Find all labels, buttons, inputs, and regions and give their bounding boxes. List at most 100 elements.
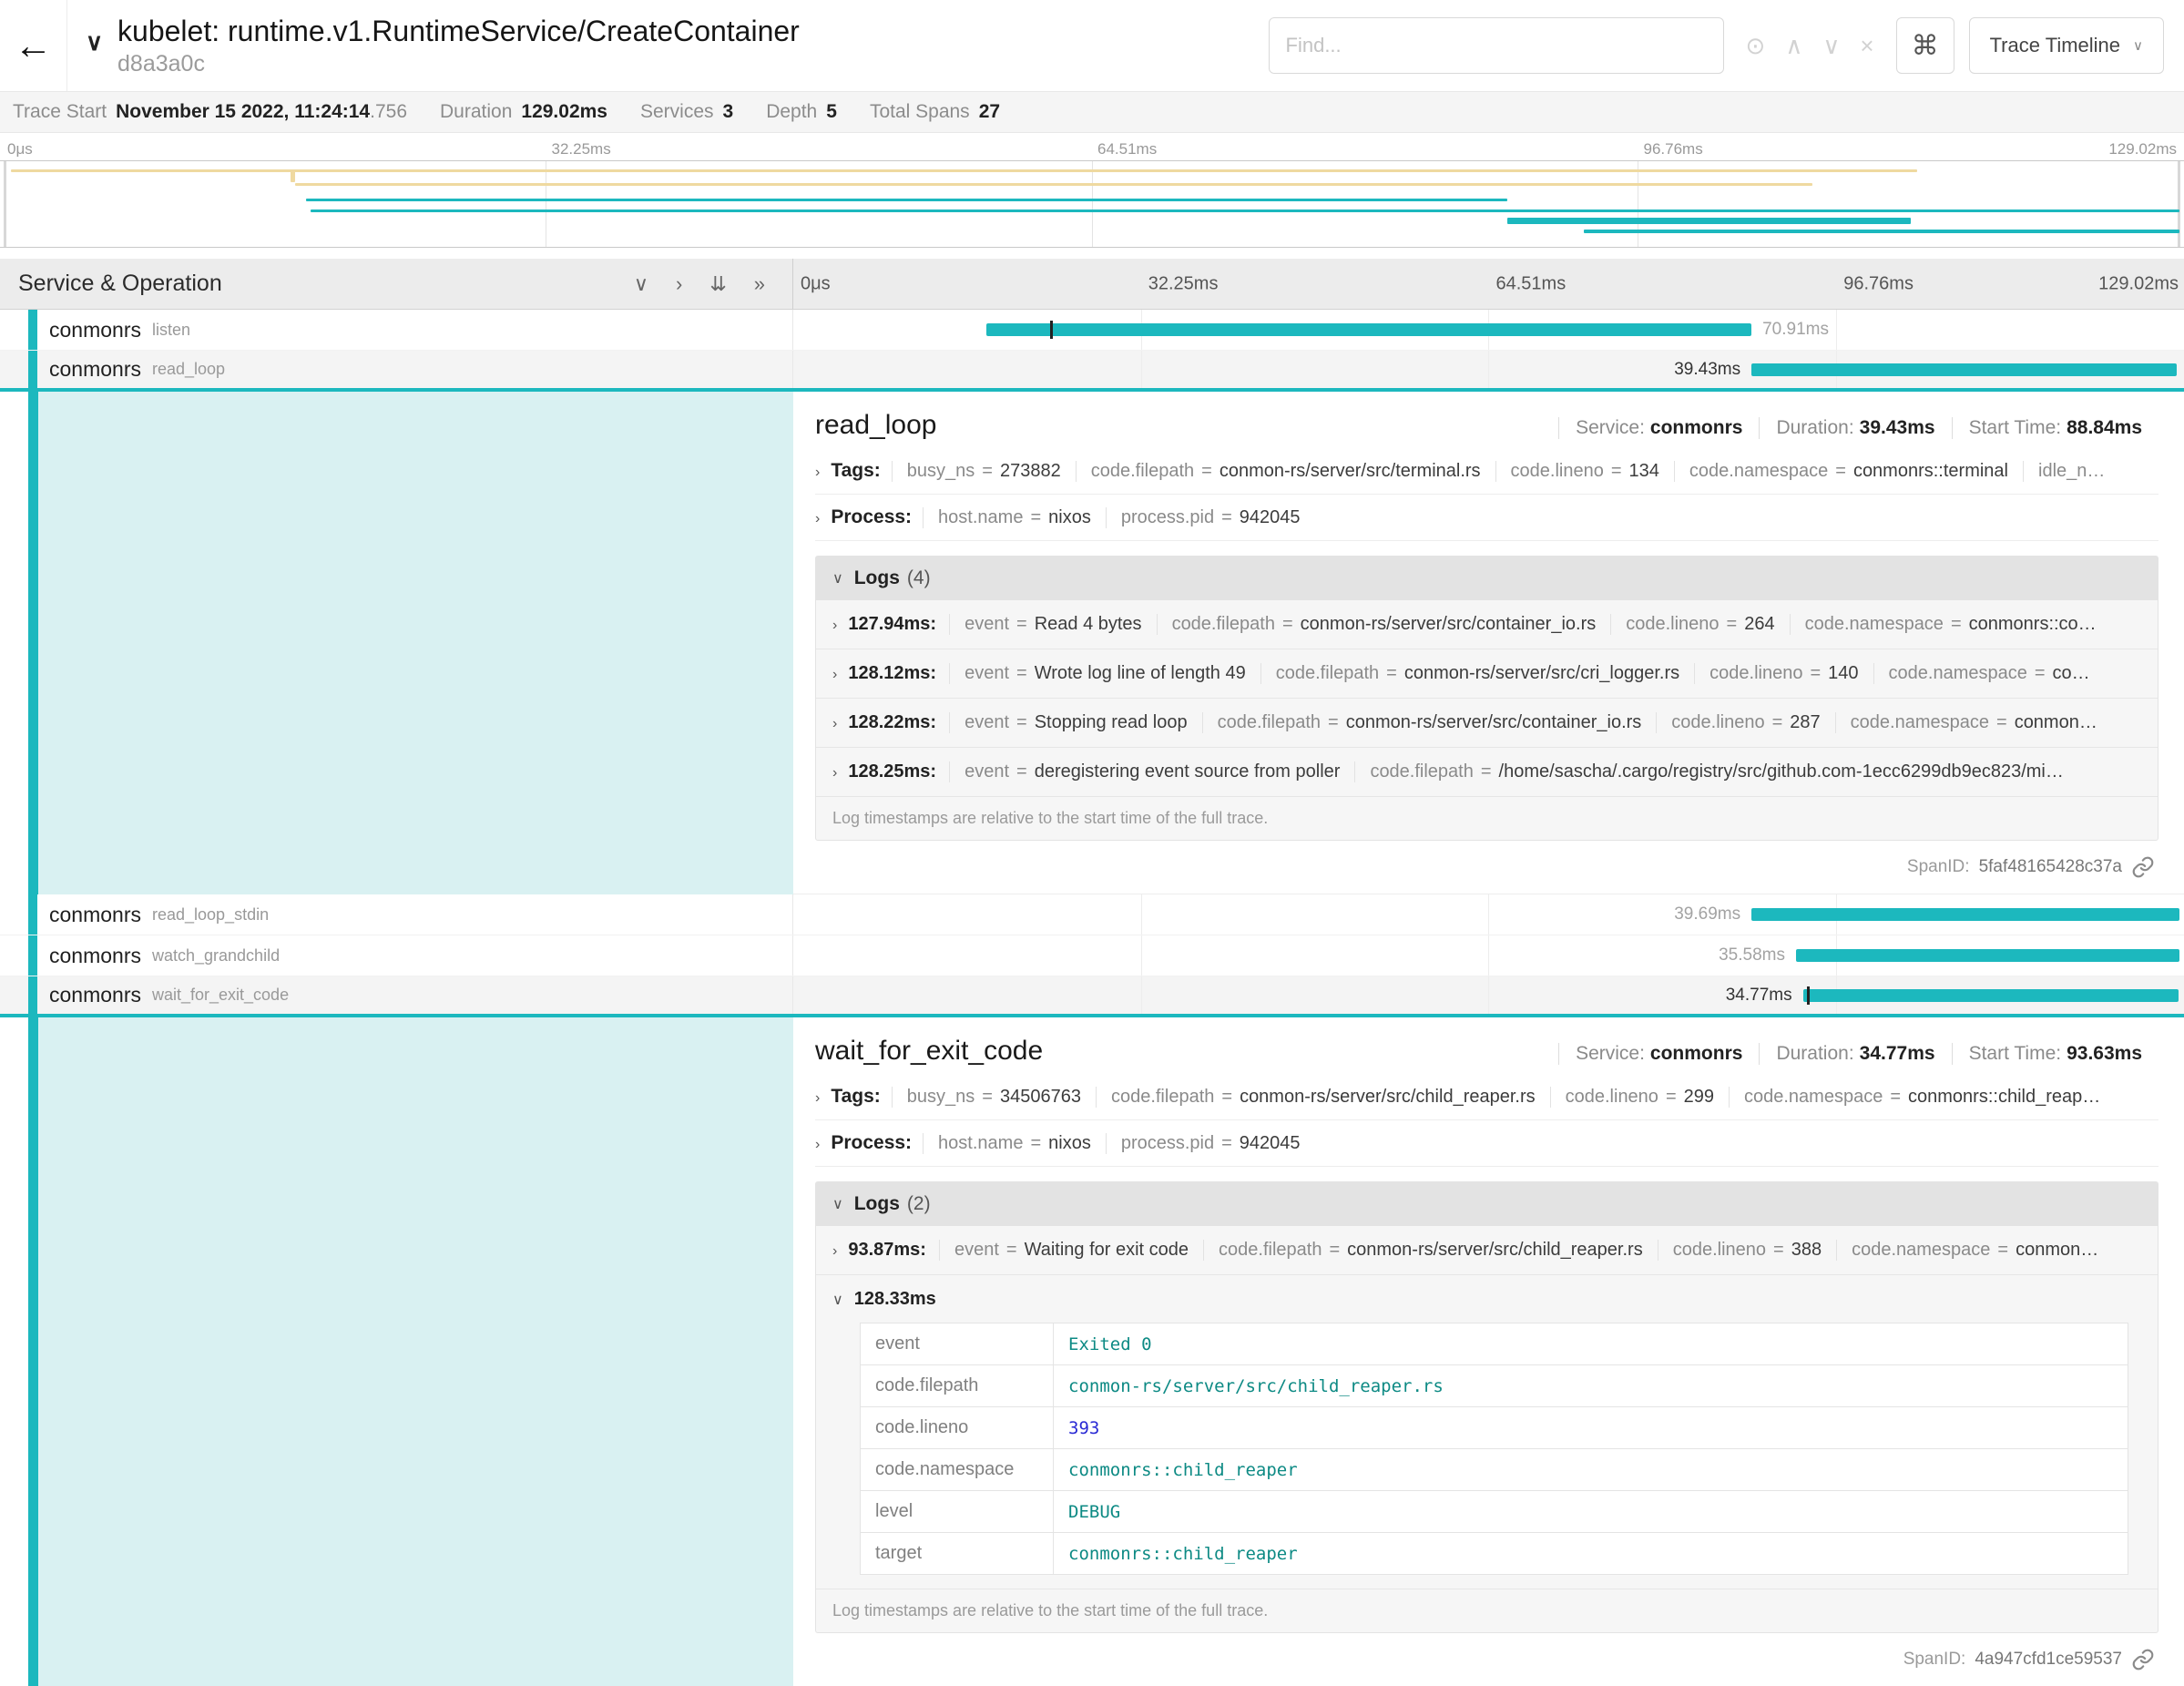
span-detail-title: read_loop [815,410,936,441]
logs-header[interactable]: ∨ Logs (2) [816,1182,2158,1226]
find-prev-icon[interactable]: ∧ [1785,32,1802,60]
span-duration-bar[interactable] [1751,908,2179,921]
logs-header[interactable]: ∨ Logs (4) [816,557,2158,600]
log-field: event=Waiting for exit code [939,1240,1203,1261]
log-table-value: conmonrs::child_reaper [1054,1533,2128,1575]
tag-value: conmon-rs/server/src/child_reaper.rs [1240,1087,1536,1107]
log-table-row: level DEBUG [861,1491,2128,1533]
span-color-indicator [28,310,37,350]
view-selector-button[interactable]: Trace Timeline ∨ [1969,17,2164,74]
span-id-row: SpanID: 4a947cfd1ce59537 [815,1633,2158,1679]
collapse-control-icon[interactable]: › [676,272,682,296]
span-operation-name: read_loop [152,360,225,379]
trace-collapse-chevron-icon[interactable]: ∨ [86,28,103,56]
find-next-icon[interactable]: ∨ [1822,32,1840,60]
process-key: process.pid [1121,507,1214,527]
span-duration-label: 34.77ms [1726,986,1792,1006]
log-table-key: level [861,1491,1054,1533]
log-entry-expanded: ∨ 128.33ms event Exited 0 [816,1275,2158,1589]
span-timeline-cell[interactable]: 39.69ms [793,894,2184,935]
log-field-key: code.filepath [1172,614,1275,634]
span-timeline-cell[interactable]: 70.91ms [793,310,2184,350]
span-row-watch-grandchild[interactable]: conmonrs watch_grandchild 35.58ms [0,935,2184,976]
log-entry-expanded-header[interactable]: ∨ 128.33ms [832,1289,2141,1310]
tags-row[interactable]: › Tags: busy_ns=34506763code.filepath=co… [815,1074,2158,1120]
process-row[interactable]: › Process: host.name=nixosprocess.pid=94… [815,1120,2158,1167]
span-detail-header: read_loop Service:conmonrs Duration:39.4… [815,410,2158,441]
span-duration-bar[interactable] [986,323,1751,336]
log-table-value: 393 [1054,1407,2128,1449]
span-name-cell[interactable]: conmonrs watch_grandchild [0,935,793,976]
keyboard-shortcuts-button[interactable]: ⌘ [1896,17,1954,74]
log-field: code.filepath=conmon-rs/server/src/cri_l… [1260,663,1694,684]
log-entry[interactable]: › 128.12ms: event=Wrote log line of leng… [816,649,2158,699]
span-duration-label: 70.91ms [1762,320,1829,340]
log-field-value: 287 [1790,712,1820,732]
span-id-label: SpanID: [1903,1650,1966,1670]
log-table-value: conmonrs::child_reaper [1054,1449,2128,1491]
chevron-right-icon: › [832,667,837,683]
span-timeline-cell[interactable]: 39.43ms [793,351,2184,388]
collapse-control-icon[interactable]: ∨ [634,272,648,296]
span-name-cell[interactable]: conmonrs read_loop_stdin [0,894,793,935]
span-detail-title: wait_for_exit_code [815,1036,1043,1067]
log-field-equals: = [1016,614,1027,634]
find-input[interactable] [1269,17,1724,74]
log-table-row: target conmonrs::child_reaper [861,1533,2128,1575]
log-timestamp: 128.25ms: [848,761,936,782]
log-field: event=Wrote log line of length 49 [949,663,1260,684]
log-field-value: 140 [1828,663,1858,683]
process-list: host.name=nixosprocess.pid=942045 [923,507,1315,528]
process-item: host.name=nixos [923,507,1106,528]
find-clear-icon[interactable]: × [1860,32,1873,60]
span-timeline-cell[interactable]: 34.77ms [793,976,2184,1014]
chevron-right-icon: › [832,716,837,732]
span-name-cell[interactable]: conmonrs wait_for_exit_code [0,976,793,1014]
collapse-control-icon[interactable]: ⇊ [709,272,726,296]
log-field-equals: = [2035,663,2046,683]
span-duration-bar[interactable] [1751,363,2177,376]
minimap-tick-label: 64.51ms [1097,140,1157,158]
tag-item: idle_n… [2023,461,2134,482]
find-match-icon[interactable]: ⊙ [1746,32,1766,60]
log-entry[interactable]: › 128.22ms: event=Stopping read loopcode… [816,699,2158,748]
log-entry[interactable]: › 127.94ms: event=Read 4 bytescode.filep… [816,600,2158,649]
log-entry[interactable]: › 93.87ms: event=Waiting for exit codeco… [816,1226,2158,1275]
service-operation-header: Service & Operation ∨ › ⇊ » [0,259,793,309]
span-row-read-loop[interactable]: conmonrs read_loop 39.43ms [0,351,2184,392]
link-icon[interactable] [2131,1648,2155,1671]
span-duration-label: 39.69ms [1674,904,1740,925]
back-icon[interactable]: ← [0,0,67,91]
log-field-key: code.namespace [1852,1240,1990,1260]
span-meta-value: conmonrs [1650,1043,1743,1064]
summary-item-suffix: .756 [370,101,407,122]
service-operation-title: Service & Operation [18,271,222,297]
log-field: code.lineno=388 [1658,1240,1836,1261]
log-table-key: code.lineno [861,1407,1054,1449]
process-row[interactable]: › Process: host.name=nixosprocess.pid=94… [815,495,2158,541]
span-name-cell[interactable]: conmonrs read_loop [0,351,793,388]
span-color-indicator [28,935,37,976]
span-row-read-loop-stdin[interactable]: conmonrs read_loop_stdin 39.69ms [0,894,2184,935]
minimap-canvas[interactable] [0,160,2184,248]
span-meta-item: Service:conmonrs [1558,1043,1759,1065]
minimap-right-scrubber[interactable] [2178,161,2180,247]
tag-key: busy_ns [907,1087,975,1107]
tag-item: code.namespace=conmonrs::terminal [1674,461,2023,482]
span-name-cell[interactable]: conmonrs listen [0,310,793,350]
span-duration-bar[interactable] [1796,949,2179,962]
span-row-listen[interactable]: conmonrs listen 70.91ms [0,310,2184,351]
span-row-wait-for-exit-code[interactable]: conmonrs wait_for_exit_code 34.77ms [0,976,2184,1017]
collapse-control-icon[interactable]: » [754,272,765,296]
log-field-key: event [964,614,1009,634]
link-icon[interactable] [2131,855,2155,879]
summary-item: Trace StartNovember 15 2022, 11:24:14.75… [13,101,407,123]
log-field: code.filepath=conmon-rs/server/src/conta… [1202,712,1657,733]
span-duration-bar[interactable] [1803,989,2179,1002]
span-timeline-cell[interactable]: 35.58ms [793,935,2184,976]
log-field-equals: = [1996,712,2007,732]
log-entry[interactable]: › 128.25ms: event=deregistering event so… [816,748,2158,797]
minimap-left-scrubber[interactable] [4,161,6,247]
tags-row[interactable]: › Tags: busy_ns=273882code.filepath=conm… [815,448,2158,495]
find-nav-icons: ⊙ ∧ ∨ × [1746,32,1874,60]
